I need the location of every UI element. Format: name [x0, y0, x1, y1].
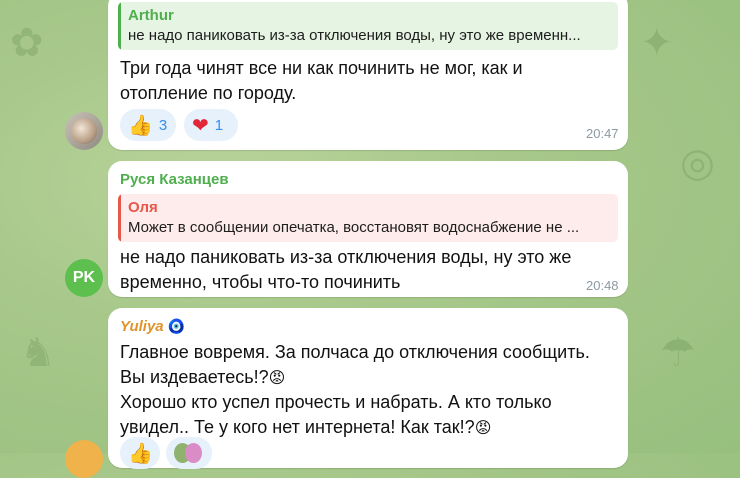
reply-text: Может в сообщении опечатка, восстановят … [128, 219, 580, 236]
reaction-avatars[interactable] [166, 437, 212, 469]
avatar-initials: PK [72, 269, 96, 286]
reply-author: Оля [128, 199, 158, 216]
reaction-thumbs-up[interactable]: 👍 [120, 437, 160, 469]
message-time: 20:47 [586, 126, 619, 141]
reaction-count: 1 [214, 116, 224, 134]
heart-icon: ❤ [192, 113, 209, 137]
sender-badge-icon: 🧿 [167, 319, 186, 335]
reactor-avatar [185, 443, 202, 463]
message-text: Три года чинят все ни как починить не мо… [120, 56, 523, 106]
sender-name-text: Yuliya [120, 318, 164, 335]
angry-face-icon: 😡 [268, 368, 286, 387]
reply-text: не надо паниковать из-за отключения воды… [128, 27, 581, 44]
message-line: Хорошо кто успел прочесть и набрать. А к… [120, 392, 552, 412]
message-line: Три года чинят все ни как починить не мо… [120, 58, 523, 78]
reply-bar [118, 2, 121, 50]
message-line: Главное вовремя. За полчаса до отключени… [120, 342, 590, 362]
reaction-thumbs-up[interactable]: 👍 3 [120, 109, 176, 141]
reaction-heart[interactable]: ❤ 1 [184, 109, 238, 141]
avatar-photo [71, 118, 97, 144]
background-pattern: ◎ [680, 140, 715, 186]
message-line: не надо паниковать из-за отключения воды… [120, 247, 572, 267]
avatar[interactable] [65, 440, 103, 478]
message-bubble[interactable]: Yuliya 🧿 Главное вовремя. За полчаса до … [108, 308, 628, 469]
message-text: не надо паниковать из-за отключения воды… [120, 245, 571, 295]
sender-name[interactable]: Руся Казанцев [120, 171, 229, 188]
reaction-count: 3 [158, 116, 168, 134]
reply-author: Arthur [128, 7, 174, 24]
message-time: 20:48 [586, 278, 619, 293]
thumbs-up-icon: 👍 [128, 113, 153, 137]
reply-quote[interactable]: Arthur не надо паниковать из-за отключен… [118, 2, 618, 50]
reply-bar [118, 194, 121, 242]
message-line: временно, чтобы что-то починить [120, 272, 401, 292]
avatar[interactable] [65, 112, 103, 150]
message-line: Вы издеваетесь!?😡 [120, 367, 286, 387]
background-pattern: ✿ [10, 20, 44, 66]
background-pattern: ☂ [660, 330, 696, 376]
background-pattern: ♞ [20, 330, 56, 376]
sender-name[interactable]: Yuliya 🧿 [120, 318, 185, 335]
background-pattern: ✦ [640, 20, 674, 66]
avatar[interactable]: PK [65, 259, 103, 297]
angry-face-icon: 😡 [474, 418, 492, 437]
reply-quote[interactable]: Оля Может в сообщении опечатка, восстано… [118, 194, 618, 242]
thumbs-up-icon: 👍 [128, 441, 153, 465]
message-text: Главное вовремя. За полчаса до отключени… [120, 340, 590, 440]
message-line: отопление по городу. [120, 83, 297, 103]
message-bubble[interactable]: Руся Казанцев Оля Может в сообщении опеч… [108, 161, 628, 297]
message-bubble[interactable]: Arthur не надо паниковать из-за отключен… [108, 0, 628, 150]
